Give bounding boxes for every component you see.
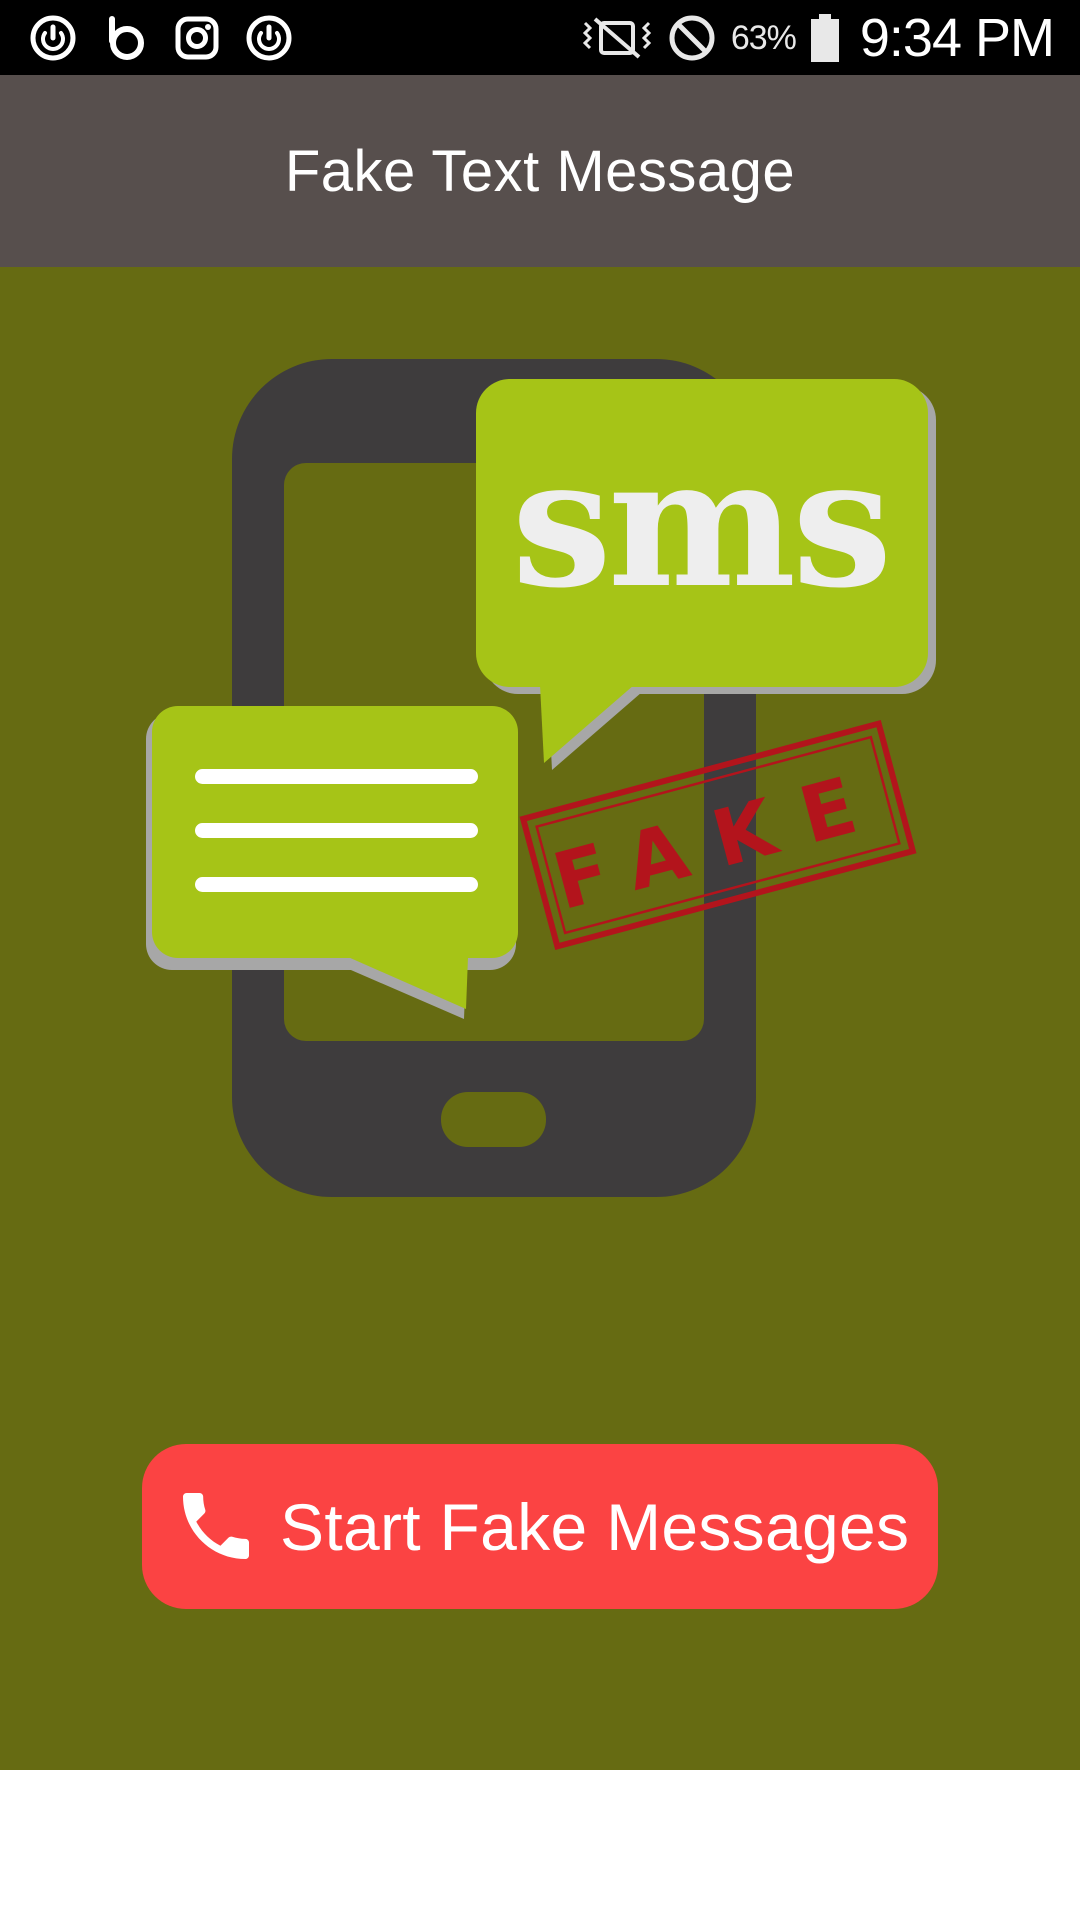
do-not-disturb-icon <box>669 15 715 61</box>
power-app-icon <box>30 15 76 61</box>
power-app-icon <box>246 15 292 61</box>
sms-label: sms <box>512 418 889 627</box>
main-content: sms FAKE Start Fake Messages <box>0 267 1080 1770</box>
battery-percent: 63% <box>730 18 797 57</box>
app-title: Fake Text Message <box>284 138 796 204</box>
battery-icon <box>810 14 839 62</box>
start-fake-messages-button[interactable]: Start Fake Messages <box>142 1444 938 1609</box>
beats-icon <box>109 16 144 60</box>
sms-illustration: sms FAKE <box>146 359 936 1197</box>
bottom-blank-area <box>0 1770 1080 1920</box>
screen: 63% 9:34 PM Fake Text Message sms FAKE S… <box>0 0 1080 1920</box>
app-bar: Fake Text Message <box>0 75 1080 267</box>
vibrate-icon <box>582 17 651 59</box>
instagram-icon <box>175 16 219 60</box>
start-button-label: Start Fake Messages <box>280 1489 910 1564</box>
status-clock: 9:34 PM <box>859 8 1055 68</box>
phone-icon <box>183 1493 249 1559</box>
notification-icons <box>28 10 294 66</box>
system-status: 63% 9:34 PM <box>581 6 1055 70</box>
status-bar: 63% 9:34 PM <box>0 0 1080 75</box>
